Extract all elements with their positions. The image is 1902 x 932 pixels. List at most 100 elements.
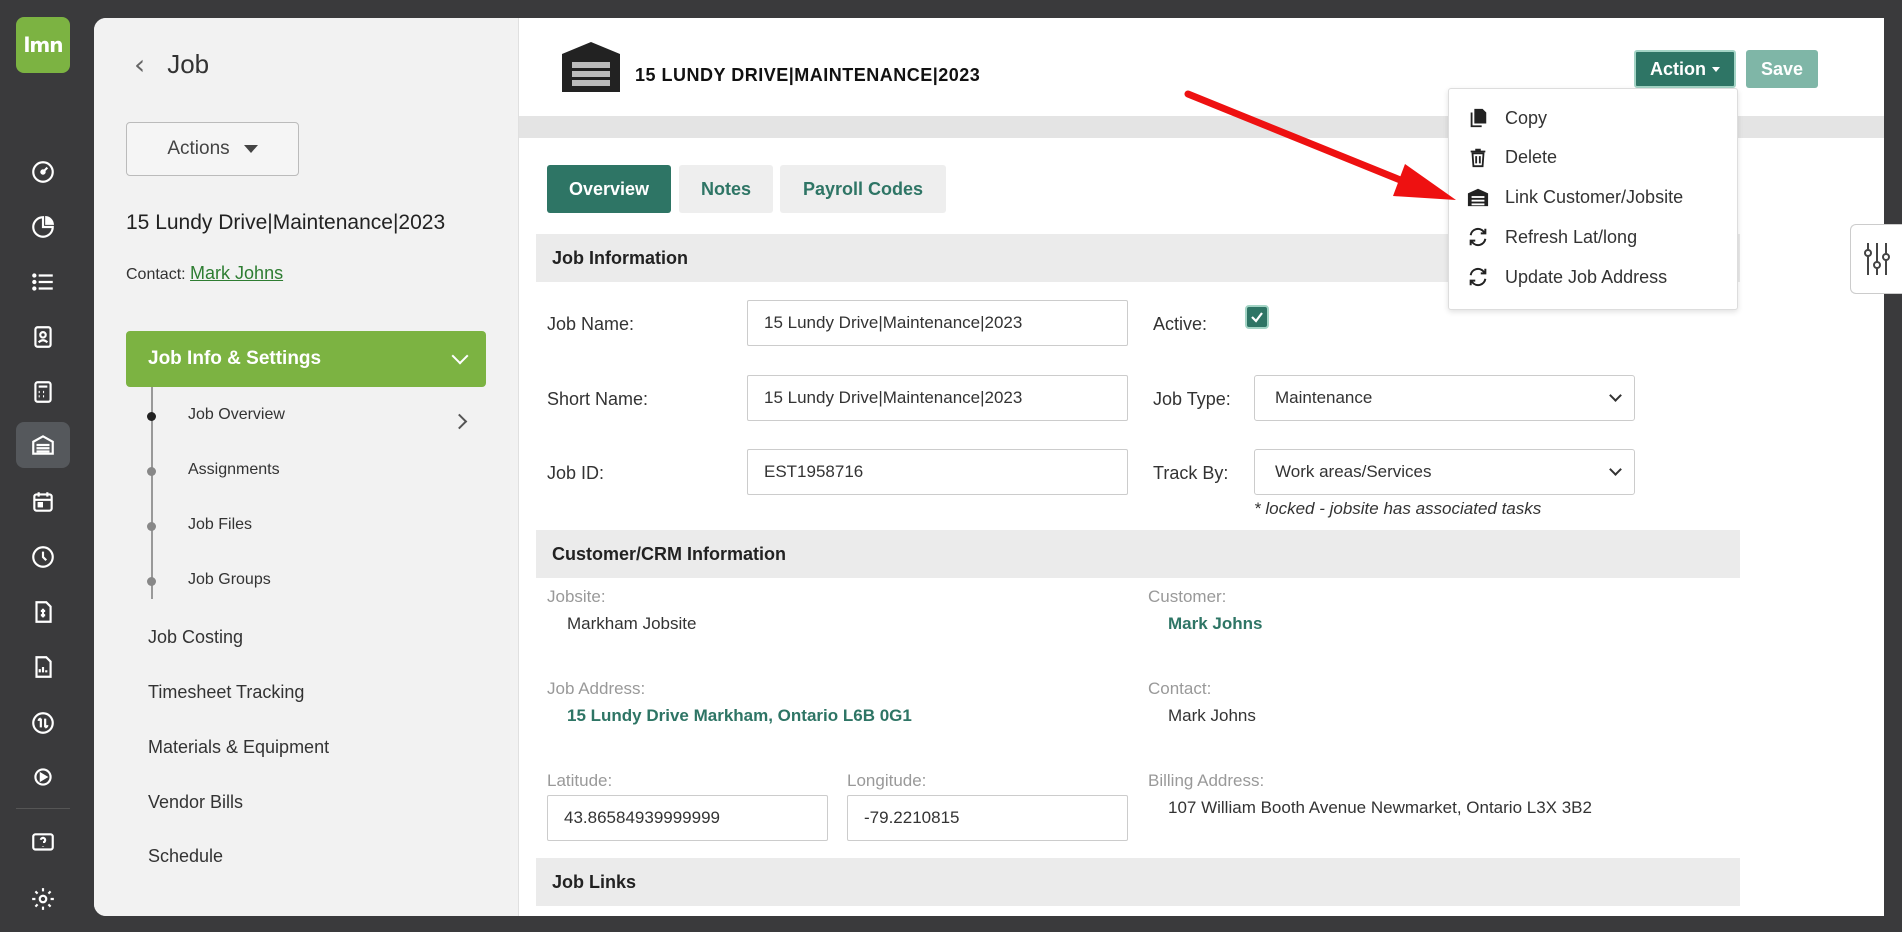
crm-contact-label: Contact:	[1148, 679, 1212, 698]
help-icon[interactable]	[16, 820, 70, 866]
rail-divider	[16, 808, 70, 809]
sidebar-link-materials-equipment[interactable]: Materials & Equipment	[148, 737, 329, 758]
billing-address-label: Billing Address:	[1148, 771, 1265, 790]
dashboard-icon[interactable]	[16, 149, 70, 195]
longitude-label: Longitude:	[847, 771, 927, 790]
job-sidebar: ‹ Job Actions 15 Lundy Drive|Maintenance…	[94, 18, 519, 916]
video-icon[interactable]	[16, 754, 70, 800]
action-label: Action	[1650, 58, 1706, 79]
trash-icon	[1470, 148, 1486, 168]
longitude-input[interactable]: -79.2210815	[847, 795, 1128, 841]
job-name-input[interactable]: 15 Lundy Drive|Maintenance|2023	[747, 300, 1128, 346]
sidebar-job-name: 15 Lundy Drive|Maintenance|2023	[126, 211, 446, 234]
clock-icon[interactable]	[16, 534, 70, 580]
crm-information-heading: Customer/CRM Information	[536, 530, 1740, 578]
caret-down-icon	[1712, 66, 1720, 72]
chevron-down-icon	[1609, 389, 1622, 402]
track-by-select[interactable]: Work areas/Services	[1254, 449, 1635, 495]
customer-label: Customer:	[1148, 587, 1227, 606]
job-info-settings-section[interactable]: Job Info & Settings	[126, 331, 486, 387]
menu-item-label: Refresh Lat/long	[1505, 226, 1638, 247]
customer-link[interactable]: Mark Johns	[1168, 614, 1262, 634]
menu-item-label: Update Job Address	[1505, 266, 1668, 287]
main-panel: ‹ Job Actions 15 Lundy Drive|Maintenance…	[94, 18, 1884, 916]
save-button[interactable]: Save	[1746, 50, 1818, 88]
back-chevron-icon[interactable]: ‹	[134, 48, 145, 81]
active-label: Active:	[1153, 314, 1208, 334]
pie-chart-icon[interactable]	[16, 204, 70, 250]
track-by-label: Track By:	[1153, 463, 1229, 483]
action-button[interactable]: Action	[1634, 50, 1736, 88]
quickbooks-icon[interactable]	[16, 700, 70, 746]
track-by-locked-note: * locked - jobsite has associated tasks	[1254, 499, 1542, 518]
menu-item-update-job-address[interactable]: Update Job Address	[1467, 266, 1667, 288]
latitude-input[interactable]: 43.86584939999999	[547, 795, 828, 841]
checkmark-icon	[1251, 312, 1263, 323]
jobsite-icon	[1467, 188, 1489, 207]
refresh-icon	[1469, 227, 1487, 247]
short-name-input[interactable]: 15 Lundy Drive|Maintenance|2023	[747, 375, 1128, 421]
chevron-down-icon	[1609, 463, 1622, 476]
actions-dropdown-button[interactable]: Actions	[126, 122, 299, 176]
calendar-icon[interactable]	[16, 479, 70, 525]
short-name-label: Short Name:	[547, 389, 649, 409]
logo-text: lmn	[23, 33, 64, 57]
latitude-label: Latitude:	[547, 771, 613, 790]
tab-overview[interactable]: Overview	[547, 165, 671, 213]
contacts-icon[interactable]	[16, 314, 70, 360]
job-name-label: Job Name:	[547, 314, 635, 334]
menu-item-label: Copy	[1505, 107, 1548, 128]
sidebar-link-job-costing[interactable]: Job Costing	[148, 627, 243, 648]
lmn-logo[interactable]: lmn	[16, 17, 70, 73]
sidebar-header: ‹ Job	[134, 48, 209, 81]
menu-item-refresh-lat-long[interactable]: Refresh Lat/long	[1467, 226, 1637, 248]
section-label: Job Info & Settings	[148, 348, 322, 369]
subnav-job-groups[interactable]: Job Groups	[188, 571, 271, 589]
action-dropdown-menu: Copy Delete Link Customer/Jobsite Refres…	[1448, 88, 1738, 310]
sidebar-contact: Contact: Mark Johns	[126, 263, 283, 284]
subnav-assignments[interactable]: Assignments	[188, 461, 280, 479]
contact-link[interactable]: Mark Johns	[190, 263, 283, 283]
job-id-input[interactable]: EST1958716	[747, 449, 1128, 495]
jobs-icon[interactable]	[16, 422, 70, 468]
invoice-icon[interactable]	[16, 589, 70, 635]
active-checkbox[interactable]	[1245, 305, 1269, 329]
job-address-link[interactable]: 15 Lundy Drive Markham, Ontario L6B 0G1	[567, 706, 912, 726]
tree-dot	[147, 577, 156, 586]
job-address-label: Job Address:	[547, 679, 646, 698]
menu-item-delete[interactable]: Delete	[1467, 146, 1557, 168]
report-icon[interactable]	[16, 644, 70, 690]
contact-label: Contact:	[126, 266, 186, 283]
tree-dot	[147, 412, 156, 421]
sidebar-link-schedule[interactable]: Schedule	[148, 846, 223, 867]
settings-sliders-tab[interactable]	[1850, 224, 1902, 294]
tree-dot	[147, 467, 156, 476]
track-by-value: Work areas/Services	[1275, 462, 1432, 481]
tab-notes[interactable]: Notes	[679, 165, 773, 213]
refresh-icon	[1469, 267, 1487, 287]
list-icon[interactable]	[16, 259, 70, 305]
calculator-icon[interactable]	[16, 369, 70, 415]
tab-payroll-codes[interactable]: Payroll Codes	[780, 165, 946, 213]
crm-contact-value: Mark Johns	[1168, 706, 1256, 725]
jobsite-building-icon	[562, 42, 620, 92]
tree-dot	[147, 522, 156, 531]
subnav-job-files[interactable]: Job Files	[188, 516, 252, 534]
sidebar-link-vendor-bills[interactable]: Vendor Bills	[148, 792, 243, 813]
jobsite-label: Jobsite:	[547, 587, 606, 606]
copy-icon	[1470, 108, 1487, 128]
job-id-label: Job ID:	[547, 463, 605, 483]
billing-address-value: 107 William Booth Avenue Newmarket, Onta…	[1168, 798, 1592, 817]
sidebar-title: Job	[167, 49, 210, 79]
job-type-value: Maintenance	[1275, 388, 1373, 407]
subnav-job-overview[interactable]: Job Overview	[188, 406, 285, 424]
menu-item-copy[interactable]: Copy	[1467, 107, 1547, 129]
page-title: 15 LUNDY DRIVE|MAINTENANCE|2023	[635, 65, 981, 85]
jobsite-value: Markham Jobsite	[567, 614, 697, 633]
job-type-select[interactable]: Maintenance	[1254, 375, 1635, 421]
actions-label: Actions	[167, 138, 230, 159]
settings-icon[interactable]	[16, 876, 70, 922]
sidebar-link-timesheet-tracking[interactable]: Timesheet Tracking	[148, 682, 304, 703]
menu-item-label: Link Customer/Jobsite	[1505, 186, 1684, 207]
menu-item-link-customer-jobsite[interactable]: Link Customer/Jobsite	[1467, 186, 1683, 208]
